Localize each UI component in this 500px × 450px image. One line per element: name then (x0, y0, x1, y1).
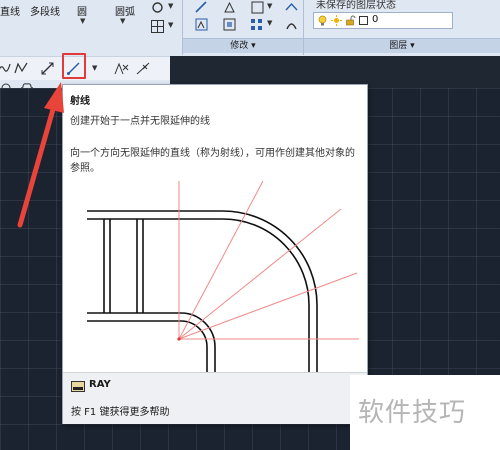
command-name: RAY (89, 379, 111, 390)
tooltip-description: 向一个方向无限延伸的直线（称为射线），可用作创建其他对象的参照。 (70, 148, 355, 174)
tooltip-title: 射线 (70, 96, 90, 107)
match-properties-icon[interactable] (284, 17, 299, 32)
arc-dropdown-icon[interactable]: ▼ (120, 17, 125, 25)
gear-tool-icon[interactable] (150, 0, 165, 15)
command-line-icon (71, 381, 85, 392)
modify-panel-title[interactable]: 修改 ▾ (183, 38, 303, 53)
array-dropdown-icon[interactable]: ▼ (267, 19, 272, 27)
current-layer-name: 0 (372, 14, 379, 25)
construction-line-tool-icon[interactable] (40, 61, 55, 76)
stretch-tool-icon[interactable] (250, 0, 265, 15)
array-tool-icon[interactable] (249, 17, 264, 32)
more-draw-tools-icon[interactable]: ▼ (92, 64, 97, 72)
spline-fit-tool-icon[interactable] (14, 61, 29, 76)
layer-tool-icon[interactable] (284, 0, 299, 15)
layer-color-swatch (359, 16, 368, 25)
tooltip-subtitle: 创建开始于一点并无限延伸的线 (70, 116, 210, 127)
grid-dropdown-icon[interactable]: ▼ (168, 21, 173, 29)
ray-tool-highlight (62, 53, 86, 79)
copy-tool-icon[interactable] (222, 0, 237, 15)
lightbulb-icon (318, 15, 327, 26)
line-tool-label[interactable]: 直线 (0, 3, 20, 18)
rotate-tool-icon[interactable] (194, 17, 209, 32)
ray-illustration (87, 181, 359, 373)
layer-state-text[interactable]: 未保存的图层状态 (316, 0, 396, 11)
circle-dropdown-icon[interactable]: ▼ (80, 17, 85, 25)
polyline-tool-label[interactable]: 多段线 (30, 3, 60, 18)
circle-tool-label[interactable]: 圆 (77, 3, 87, 18)
spline-tool-icon[interactable] (0, 61, 12, 76)
multipoint-tool-icon[interactable] (114, 61, 129, 76)
scale-tool-icon[interactable] (222, 17, 237, 32)
ray-tooltip: 射线 创建开始于一点并无限延伸的线 向一个方向无限延伸的直线（称为射线），可用作… (62, 84, 368, 424)
layer-dropdown[interactable]: 0 (313, 12, 453, 29)
sun-icon (331, 15, 342, 26)
tool-dropdown-icon[interactable]: ▼ (168, 2, 173, 10)
unlock-icon (346, 15, 356, 26)
tooltip-footer: RAY 按 F1 键获得更多帮助 (63, 372, 367, 424)
stretch-dropdown-icon[interactable]: ▼ (267, 2, 272, 10)
divide-tool-icon[interactable] (136, 61, 151, 76)
arc-tool-label[interactable]: 圆弧 (115, 3, 135, 18)
help-hint: 按 F1 键获得更多帮助 (71, 407, 170, 418)
move-tool-icon[interactable] (194, 0, 209, 15)
layers-panel-title[interactable]: 图层 ▾ (304, 38, 500, 53)
grid-tool-icon[interactable] (150, 19, 165, 34)
watermark-text: 软件技巧 (358, 398, 467, 428)
